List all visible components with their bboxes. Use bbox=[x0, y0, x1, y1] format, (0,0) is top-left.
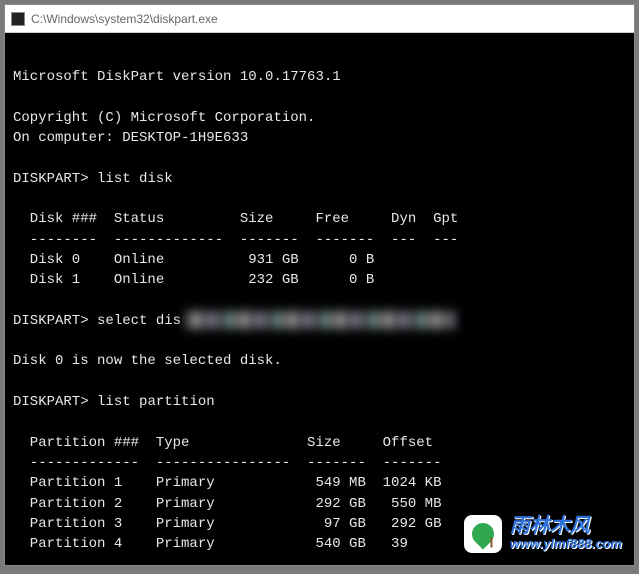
terminal-output[interactable]: Microsoft DiskPart version 10.0.17763.1 … bbox=[5, 33, 634, 565]
window-title: C:\Windows\system32\diskpart.exe bbox=[31, 12, 218, 26]
leaf-icon bbox=[467, 518, 498, 549]
version-text: Microsoft DiskPart version 10.0.17763.1 bbox=[13, 69, 341, 85]
partition-table-sep: ------------- ---------------- ------- -… bbox=[13, 455, 441, 471]
copyright-text: Copyright (C) Microsoft Corporation. bbox=[13, 110, 315, 126]
watermark-badge bbox=[464, 515, 502, 553]
watermark-text: 雨林木风 www.ylmf888.com bbox=[510, 516, 622, 552]
disk-row: Disk 0 Online 931 GB 0 B bbox=[13, 252, 374, 268]
cmd-list-disk: list disk bbox=[97, 171, 173, 187]
partition-row: Partition 2 Primary 292 GB 550 MB bbox=[13, 496, 441, 512]
prompt: DISKPART> bbox=[13, 313, 89, 329]
selected-msg: Disk 0 is now the selected disk. bbox=[13, 353, 282, 369]
disk-table-header: Disk ### Status Size Free Dyn Gpt bbox=[13, 211, 458, 227]
app-icon bbox=[11, 12, 25, 26]
partition-table-header: Partition ### Type Size Offset bbox=[13, 435, 433, 451]
partition-row: Partition 4 Primary 540 GB 39 bbox=[13, 536, 408, 552]
prompt: DISKPART> bbox=[13, 171, 89, 187]
partition-row: Partition 3 Primary 97 GB 292 GB bbox=[13, 516, 441, 532]
cmd-list-partition: list partition bbox=[97, 394, 215, 410]
watermark: 雨林木风 www.ylmf888.com bbox=[460, 511, 626, 557]
disk-row: Disk 1 Online 232 GB 0 B bbox=[13, 272, 374, 288]
watermark-url: www.ylmf888.com bbox=[510, 536, 622, 552]
window-frame: C:\Windows\system32\diskpart.exe Microso… bbox=[4, 4, 635, 566]
partition-row: Partition 1 Primary 549 MB 1024 KB bbox=[13, 475, 441, 491]
cmd-select-disk: select dis bbox=[97, 313, 181, 329]
censored-region bbox=[185, 311, 455, 329]
disk-table-sep: -------- ------------- ------- ------- -… bbox=[13, 232, 458, 248]
computer-text: On computer: DESKTOP-1H9E633 bbox=[13, 130, 248, 146]
prompt: DISKPART> bbox=[13, 394, 89, 410]
watermark-cn: 雨林木风 bbox=[510, 516, 622, 536]
titlebar[interactable]: C:\Windows\system32\diskpart.exe bbox=[5, 5, 634, 33]
